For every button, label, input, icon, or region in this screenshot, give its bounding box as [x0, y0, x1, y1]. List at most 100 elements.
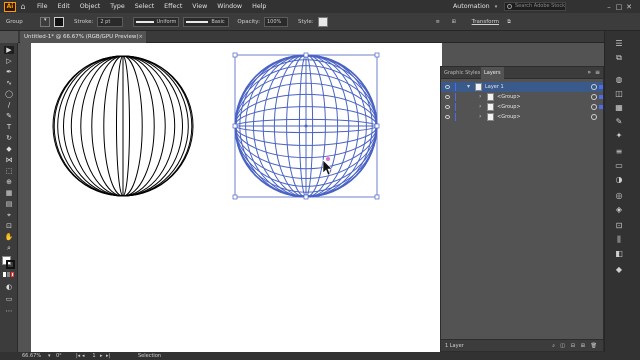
locate-object-icon[interactable]: ⌕: [552, 340, 555, 352]
arrange-icon[interactable]: ⧉: [503, 17, 515, 27]
transform-link[interactable]: Transform: [472, 19, 499, 25]
color-icon[interactable]: ◍: [613, 75, 625, 84]
close-window-button[interactable]: ✕: [624, 3, 634, 11]
close-icon[interactable]: ×: [138, 31, 143, 43]
layer-name[interactable]: <Group>: [497, 92, 521, 102]
type-tool-icon[interactable]: T: [4, 123, 14, 131]
target-icon[interactable]: [591, 114, 597, 120]
stock-search-input[interactable]: Search Adobe Stock: [504, 2, 566, 11]
free-transform-tool-icon[interactable]: ⬚: [4, 167, 14, 175]
layer-name[interactable]: <Group>: [497, 112, 521, 122]
menu-type[interactable]: Type: [105, 0, 129, 13]
document-tab[interactable]: Untitled-1* @ 66.67% (RGB/GPU Preview) ×: [20, 31, 146, 43]
paintbrush-tool-icon[interactable]: /: [4, 101, 14, 109]
symbols-icon[interactable]: ✦: [613, 131, 625, 140]
artboard-nav-last[interactable]: ▸|: [106, 353, 126, 359]
make-clipping-mask-icon[interactable]: ◫: [560, 340, 565, 352]
chevron-right-icon[interactable]: ›: [479, 112, 481, 122]
hand-tool-icon[interactable]: ✋: [4, 233, 14, 241]
artboard[interactable]: [31, 43, 442, 352]
curvature-tool-icon[interactable]: ∿: [4, 79, 14, 87]
graphic-styles-icon[interactable]: ◈: [613, 205, 625, 214]
rotation-field[interactable]: 0°: [56, 353, 76, 359]
create-sublayer-icon[interactable]: ⊟: [571, 340, 575, 352]
new-layer-icon[interactable]: ⊞: [581, 340, 585, 352]
transparency-icon[interactable]: ◑: [613, 175, 625, 184]
target-icon[interactable]: [591, 84, 597, 90]
tab-layers[interactable]: Layers: [481, 67, 504, 79]
swatches-icon[interactable]: ▦: [613, 103, 625, 112]
gradient-icon[interactable]: ▭: [613, 161, 625, 170]
none-button[interactable]: [11, 272, 14, 277]
transform-icon[interactable]: ⊡: [613, 221, 625, 230]
distribute-icon[interactable]: ⊞: [448, 17, 460, 27]
pen-tool-icon[interactable]: ✒: [4, 68, 14, 76]
color-guide-icon[interactable]: ◫: [613, 89, 625, 98]
variable-width-profile[interactable]: Uniform: [133, 16, 180, 27]
artboard-number[interactable]: 1: [88, 353, 100, 359]
brush-definition[interactable]: Basic: [183, 16, 230, 27]
menu-help[interactable]: Help: [247, 0, 271, 13]
libraries-icon[interactable]: ⧉: [613, 53, 625, 62]
layer-name[interactable]: Layer 1: [485, 82, 504, 92]
align-panel-icon[interactable]: ⫼: [613, 235, 625, 244]
stroke-weight-field[interactable]: 2 pt: [97, 16, 124, 27]
appearance-icon[interactable]: ◎: [613, 191, 625, 200]
menu-edit[interactable]: Edit: [53, 0, 75, 13]
screen-mode-icon[interactable]: ▭: [4, 295, 14, 303]
eye-icon[interactable]: [445, 85, 450, 89]
gradient-tool-icon[interactable]: ▤: [4, 200, 14, 208]
maximize-button[interactable]: □: [614, 3, 624, 11]
target-icon[interactable]: [591, 104, 597, 110]
ellipse-tool-icon[interactable]: ◯: [4, 90, 14, 98]
sublayer-row[interactable]: › <Group>: [441, 92, 603, 102]
opacity-field[interactable]: 100%: [264, 16, 288, 27]
zoom-level[interactable]: 66.67%: [22, 353, 48, 359]
stroke-swatch[interactable]: [54, 16, 64, 27]
layers-icon[interactable]: ◆: [613, 265, 625, 274]
meridian-sphere-group[interactable]: [52, 55, 194, 197]
menu-select[interactable]: Select: [130, 0, 159, 13]
direct-selection-tool-icon[interactable]: ▷: [4, 57, 14, 65]
workspace-switcher[interactable]: Automation ▾: [448, 0, 497, 13]
gradient-button[interactable]: [7, 272, 10, 277]
eye-icon[interactable]: [445, 105, 450, 109]
menu-effect[interactable]: Effect: [159, 0, 187, 13]
chevron-right-icon[interactable]: ›: [479, 92, 481, 102]
fill-swatch[interactable]: ▾: [40, 16, 50, 27]
color-button[interactable]: [3, 272, 6, 277]
menu-window[interactable]: Window: [212, 0, 247, 13]
tab-graphic-styles[interactable]: Graphic Styles: [441, 67, 483, 79]
selection-tool-icon[interactable]: ▶: [4, 46, 14, 54]
draw-mode-icon[interactable]: ◐: [4, 283, 14, 291]
menu-object[interactable]: Object: [75, 0, 106, 13]
eye-icon[interactable]: [445, 95, 450, 99]
layer-name[interactable]: <Group>: [497, 102, 521, 112]
perspective-grid-tool-icon[interactable]: ▦: [4, 189, 14, 197]
eraser-tool-icon[interactable]: ◆: [4, 145, 14, 153]
home-icon[interactable]: ⌂: [18, 2, 28, 11]
chevron-down-icon[interactable]: ▾: [48, 353, 56, 359]
minimize-button[interactable]: –: [604, 3, 614, 11]
target-icon[interactable]: [591, 94, 597, 100]
brushes-icon[interactable]: ✎: [613, 117, 625, 126]
panel-menu-icon[interactable]: ≡: [595, 67, 600, 79]
zoom-tool-icon[interactable]: ⌕: [4, 244, 14, 252]
collapse-icon[interactable]: »: [587, 67, 591, 79]
style-swatch[interactable]: [317, 16, 328, 27]
artboard-tool-icon[interactable]: ⊡: [4, 222, 14, 230]
menu-view[interactable]: View: [187, 0, 212, 13]
rotate-tool-icon[interactable]: ↻: [4, 134, 14, 142]
width-tool-icon[interactable]: ⋈: [4, 156, 14, 164]
chevron-down-icon[interactable]: ▾: [467, 82, 470, 92]
sublayer-row[interactable]: › <Group>: [441, 102, 603, 112]
chevron-right-icon[interactable]: ›: [479, 102, 481, 112]
properties-icon[interactable]: ☰: [613, 39, 625, 48]
eyedropper-tool-icon[interactable]: ⌖: [4, 211, 14, 219]
pathfinder-icon[interactable]: ◧: [613, 249, 625, 258]
eye-icon[interactable]: [445, 115, 450, 119]
stroke-color-icon[interactable]: [6, 260, 15, 269]
sublayer-row[interactable]: › <Group>: [441, 112, 603, 122]
shape-builder-tool-icon[interactable]: ⊕: [4, 178, 14, 186]
layer-row[interactable]: ▾ Layer 1: [441, 82, 603, 92]
